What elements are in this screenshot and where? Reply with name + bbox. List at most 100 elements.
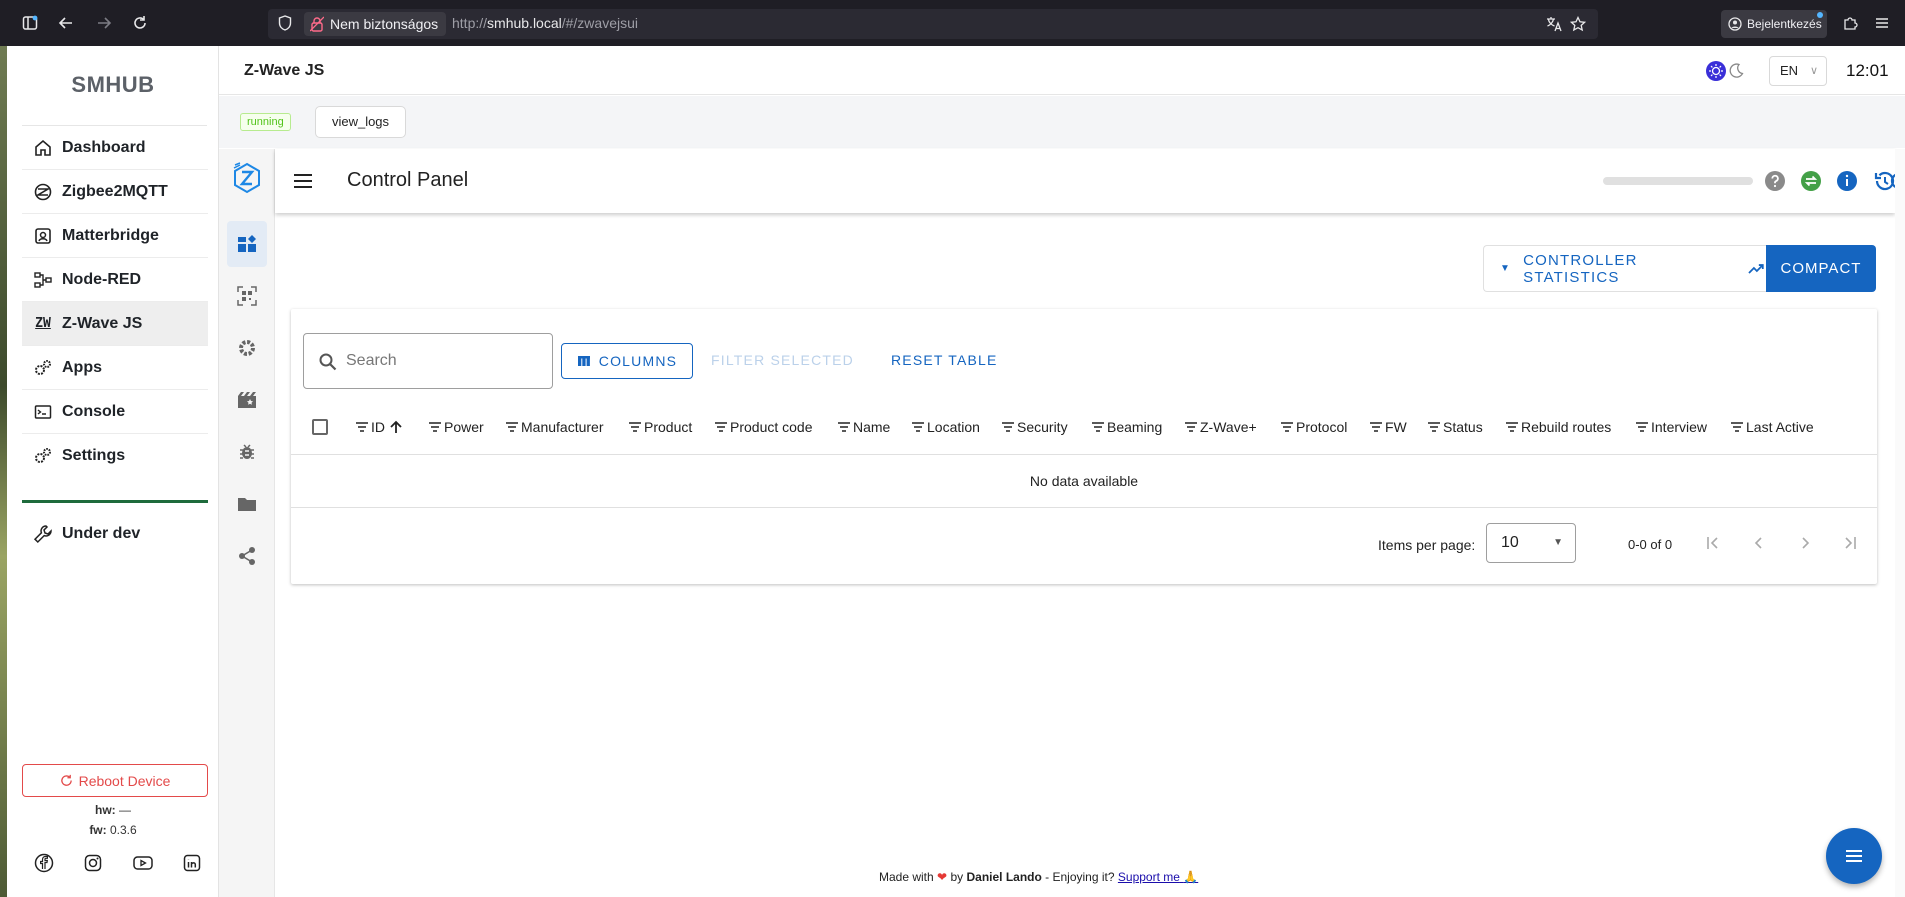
forward-icon[interactable] bbox=[92, 11, 116, 35]
dashboard-icon bbox=[238, 235, 256, 252]
fw-label: fw: bbox=[89, 823, 107, 837]
share-icon bbox=[239, 547, 255, 565]
brand-title: SMHUB bbox=[71, 72, 155, 97]
folder-icon bbox=[238, 498, 256, 511]
facebook-icon[interactable] bbox=[33, 852, 55, 874]
previous-page-icon[interactable] bbox=[1747, 531, 1771, 555]
page-range: 0-0 of 0 bbox=[1628, 537, 1673, 552]
back-icon[interactable] bbox=[54, 11, 78, 35]
column-header-power[interactable]: Power bbox=[428, 419, 484, 435]
url-text[interactable]: http://smhub.local/#/zwavejsui bbox=[452, 15, 638, 31]
sidebar-item-matterbridge[interactable]: Matterbridge bbox=[22, 214, 208, 258]
hw-label: hw: bbox=[94, 803, 116, 817]
column-header-status[interactable]: Status bbox=[1427, 419, 1483, 435]
reboot-device-button[interactable]: Reboot Device bbox=[22, 764, 208, 797]
column-header-manufacturer[interactable]: Manufacturer bbox=[505, 419, 603, 435]
column-label: Status bbox=[1443, 419, 1483, 435]
filter-selected-button[interactable]: FILTER SELECTED bbox=[711, 352, 854, 368]
view-logs-button[interactable]: view_logs bbox=[315, 106, 406, 138]
column-header-name[interactable]: Name bbox=[837, 419, 890, 435]
column-header-id[interactable]: ID bbox=[355, 419, 403, 435]
insecure-badge[interactable]: Nem biztonságos bbox=[304, 12, 447, 36]
url-bar[interactable]: Nem biztonságos http://smhub.local/#/zwa… bbox=[268, 9, 1598, 39]
shield-icon[interactable] bbox=[278, 15, 294, 33]
nav-smart-start[interactable] bbox=[227, 273, 267, 319]
sidebar-item-under-dev[interactable]: Under dev bbox=[22, 512, 208, 556]
translate-icon[interactable] bbox=[1542, 12, 1566, 36]
column-header-security[interactable]: Security bbox=[1001, 419, 1068, 435]
sidebar-item-console[interactable]: Console bbox=[22, 390, 208, 434]
nav-control-panel[interactable] bbox=[227, 221, 267, 267]
filter-icon bbox=[1636, 422, 1648, 432]
language-select[interactable]: EN ∨ bbox=[1769, 56, 1827, 86]
reset-table-button[interactable]: RESET TABLE bbox=[891, 352, 998, 368]
home-icon bbox=[32, 137, 54, 159]
filter-icon bbox=[1002, 422, 1014, 432]
youtube-icon[interactable] bbox=[132, 852, 154, 874]
sidebar-item-apps[interactable]: Apps bbox=[22, 346, 208, 390]
items-per-page-select[interactable]: 10 ▼ bbox=[1486, 523, 1576, 563]
sidebar-item-dashboard[interactable]: Dashboard bbox=[22, 126, 208, 170]
scrollbar[interactable] bbox=[1895, 149, 1905, 897]
sidebar-item-label: Console bbox=[62, 402, 126, 420]
info-icon[interactable] bbox=[1835, 169, 1859, 193]
sidebar-item-zigbee2mqtt[interactable]: Zigbee2MQTT bbox=[22, 170, 208, 214]
reload-icon[interactable] bbox=[128, 11, 152, 35]
sync-icon[interactable] bbox=[1799, 169, 1823, 193]
sidebar-item-node-red[interactable]: Node-RED bbox=[22, 258, 208, 302]
column-header-last-active[interactable]: Last Active bbox=[1730, 419, 1814, 435]
sidebar-item-settings[interactable]: Settings bbox=[22, 434, 208, 478]
column-header-location[interactable]: Location bbox=[911, 419, 980, 435]
select-all-checkbox[interactable] bbox=[312, 419, 328, 435]
caret-down-icon: ▼ bbox=[1553, 537, 1563, 548]
theme-toggle[interactable] bbox=[1706, 60, 1746, 82]
menu-icon[interactable] bbox=[1870, 11, 1894, 35]
column-header-interview[interactable]: Interview bbox=[1635, 419, 1707, 435]
zwave-toolbar: Control Panel bbox=[275, 149, 1895, 213]
zwave-logo-icon[interactable] bbox=[227, 155, 267, 201]
instagram-icon[interactable] bbox=[82, 852, 104, 874]
compact-button[interactable]: COMPACT bbox=[1766, 245, 1876, 292]
hamburger-menu-icon[interactable] bbox=[291, 169, 315, 198]
column-header-product[interactable]: Product bbox=[628, 419, 692, 435]
support-me-link[interactable]: Support me 🙏 bbox=[1118, 870, 1198, 884]
help-icon[interactable] bbox=[1763, 169, 1787, 193]
sort-arrow-up-icon bbox=[390, 420, 402, 433]
filter-icon bbox=[1731, 422, 1743, 432]
actions-fab-button[interactable] bbox=[1826, 828, 1882, 884]
sidebar-item-label: Node-RED bbox=[62, 270, 142, 288]
filter-icon bbox=[1092, 422, 1104, 432]
table-pagination: Items per page: 10 ▼ 0-0 of 0 bbox=[291, 509, 1877, 581]
support-label: Support me bbox=[1117, 870, 1180, 884]
nav-settings[interactable] bbox=[227, 325, 267, 371]
controller-statistics-button[interactable]: ▼ CONTROLLER STATISTICS bbox=[1483, 245, 1766, 292]
column-header-product-code[interactable]: Product code bbox=[714, 419, 813, 435]
nav-network-graph[interactable] bbox=[227, 533, 267, 579]
sun-icon[interactable] bbox=[1706, 61, 1726, 81]
sidebar-item-z-wave-js[interactable]: ZW Z-Wave JS bbox=[22, 302, 208, 346]
footer-author: Daniel Lando bbox=[966, 870, 1042, 884]
zwave-js-ui-frame: Control Panel ▼ CONTROLLER STATISTICS CO… bbox=[219, 149, 1905, 897]
sidebar-item-label: Apps bbox=[62, 358, 102, 376]
column-header-rebuild-routes[interactable]: Rebuild routes bbox=[1505, 419, 1611, 435]
column-header-fw[interactable]: FW bbox=[1369, 419, 1407, 435]
column-header-zwave-plus[interactable]: Z-Wave+ bbox=[1184, 419, 1257, 435]
linkedin-icon[interactable] bbox=[181, 852, 203, 874]
last-page-icon[interactable] bbox=[1838, 531, 1862, 555]
nav-scenes[interactable] bbox=[227, 377, 267, 423]
refresh-icon bbox=[60, 774, 72, 786]
signin-button[interactable]: Bejelentkezés bbox=[1721, 10, 1827, 38]
column-header-protocol[interactable]: Protocol bbox=[1280, 419, 1347, 435]
bookmark-star-icon[interactable] bbox=[1566, 12, 1590, 36]
column-header-beaming[interactable]: Beaming bbox=[1091, 419, 1162, 435]
footer-credits: Made with ❤ by Daniel Lando - Enjoying i… bbox=[879, 870, 1198, 884]
nav-store[interactable] bbox=[227, 481, 267, 527]
search-input[interactable]: Search bbox=[303, 333, 553, 389]
nav-debug[interactable] bbox=[227, 429, 267, 475]
sidebar-toggle-icon[interactable] bbox=[18, 11, 42, 35]
first-page-icon[interactable] bbox=[1701, 531, 1725, 555]
moon-icon[interactable] bbox=[1728, 63, 1744, 79]
next-page-icon[interactable] bbox=[1793, 531, 1817, 555]
columns-button[interactable]: COLUMNS bbox=[561, 343, 693, 379]
extensions-icon[interactable] bbox=[1838, 11, 1862, 35]
